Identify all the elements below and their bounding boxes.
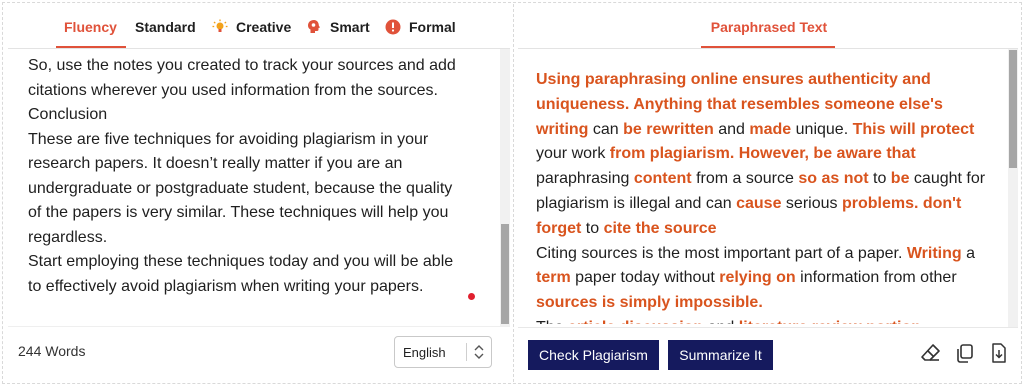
summarize-button[interactable]: Summarize It	[668, 340, 773, 370]
language-value: English	[403, 344, 446, 360]
changed-phrase[interactable]: made	[749, 121, 791, 138]
changed-phrase[interactable]: so as not	[798, 170, 868, 187]
unchanged-text: to	[581, 219, 604, 237]
check-plagiarism-button[interactable]: Check Plagiarism	[528, 340, 659, 370]
unchanged-text: can	[588, 120, 624, 138]
unchanged-text: serious	[781, 194, 842, 212]
changed-phrase[interactable]: from plagiarism. However, be aware that	[610, 145, 916, 162]
changed-phrase[interactable]: literature review portion	[739, 319, 921, 324]
output-paragraph: Using paraphrasing online ensures authen…	[518, 68, 1006, 242]
tab-label: Creative	[236, 19, 292, 35]
changed-phrase[interactable]: relying on	[719, 269, 795, 286]
changed-phrase[interactable]: This will protect	[853, 121, 975, 138]
input-panel: Fluency Standard Creative Smart Formal S…	[8, 6, 510, 378]
unchanged-text: information from other	[795, 269, 957, 287]
unchanged-text: paper today without	[570, 269, 720, 287]
unchanged-text: your work	[536, 145, 610, 163]
tab-standard[interactable]: Standard	[135, 6, 196, 48]
tab-fluency[interactable]: Fluency	[64, 6, 117, 48]
unchanged-text: The	[536, 319, 568, 324]
changed-phrase[interactable]: Writing	[907, 245, 962, 262]
editor-paragraph: So, use the notes you created to track y…	[28, 57, 456, 99]
changed-phrase[interactable]: article discussion	[568, 319, 703, 324]
output-scrollbar-thumb[interactable]	[1009, 50, 1017, 168]
unchanged-text: a	[961, 244, 975, 262]
language-select[interactable]: English	[394, 336, 492, 368]
tab-smart[interactable]: Smart	[306, 6, 370, 48]
unchanged-text: from a source	[691, 170, 799, 188]
brain-icon	[306, 19, 322, 35]
unchanged-text: and	[703, 319, 739, 324]
changed-phrase[interactable]: be rewritten	[623, 121, 714, 138]
divider	[8, 326, 510, 327]
panel-separator	[513, 4, 514, 382]
input-scrollbar-thumb[interactable]	[501, 224, 509, 324]
status-dot	[468, 293, 475, 300]
changed-phrase[interactable]: cause	[736, 195, 781, 212]
unchanged-text: to	[868, 170, 891, 188]
changed-phrase[interactable]: term	[536, 269, 571, 286]
eraser-icon[interactable]	[920, 342, 942, 364]
output-panel: Paraphrased Text Using paraphrasing onli…	[518, 6, 1018, 378]
editor-paragraph: Conclusion	[28, 106, 108, 123]
output-text-area: Using paraphrasing online ensures authen…	[518, 68, 1006, 324]
tab-paraphrased-text[interactable]: Paraphrased Text	[706, 6, 832, 48]
unchanged-text: paraphrasing	[536, 170, 634, 188]
changed-phrase[interactable]: sources is simply impossible.	[536, 294, 763, 311]
editor-paragraph: These are five techniques for avoiding p…	[28, 130, 453, 246]
tab-label: Formal	[409, 19, 456, 35]
tab-label: Fluency	[64, 19, 117, 35]
tab-formal[interactable]: Formal	[385, 6, 456, 48]
changed-phrase[interactable]: content	[634, 170, 692, 187]
lightbulb-icon	[212, 19, 228, 35]
chevron-updown-icon	[473, 343, 485, 361]
editor-paragraph: Start employing these techniques today a…	[28, 253, 454, 295]
tab-creative[interactable]: Creative	[212, 6, 291, 48]
download-icon[interactable]	[988, 342, 1010, 364]
unchanged-text: unique.	[791, 120, 853, 138]
unchanged-text: and	[713, 120, 750, 138]
output-paragraph: The article discussion and literature re…	[518, 316, 1006, 324]
changed-phrase[interactable]: cite the source	[604, 220, 717, 237]
divider	[518, 48, 1018, 49]
unchanged-text: Citing sources is the most important par…	[536, 244, 907, 262]
divider	[466, 343, 467, 361]
divider	[518, 327, 1018, 328]
copy-icon[interactable]	[954, 342, 976, 364]
info-circle-icon	[385, 19, 401, 35]
input-text-area[interactable]: So, use the notes you created to track y…	[8, 54, 500, 324]
tab-label: Smart	[330, 19, 370, 35]
changed-phrase[interactable]: be	[891, 170, 910, 187]
tab-label: Standard	[135, 19, 196, 35]
output-paragraph: Citing sources is the most important par…	[518, 242, 1006, 316]
divider	[8, 48, 510, 49]
mode-tabs: Fluency Standard Creative Smart Formal	[8, 6, 510, 48]
word-count: 244 Words	[18, 343, 86, 359]
